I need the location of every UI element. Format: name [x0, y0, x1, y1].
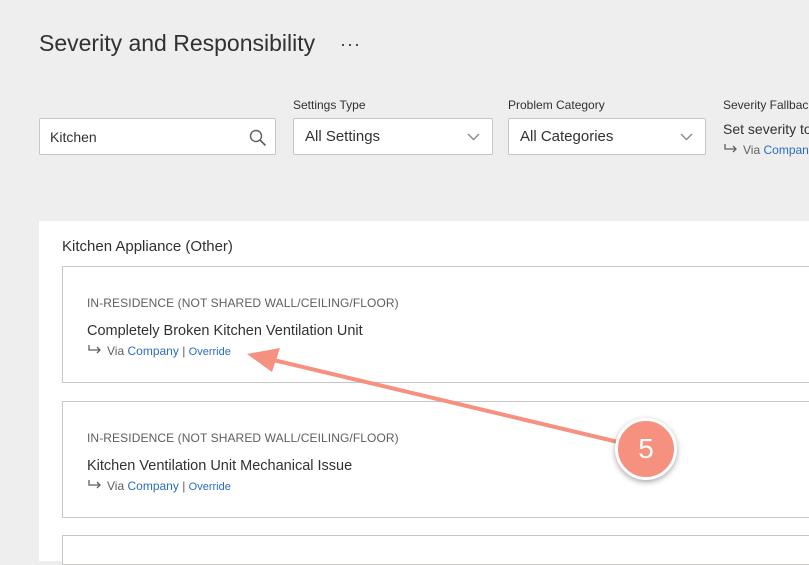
- annotation-badge: 5: [615, 418, 677, 480]
- annotation-arrow: [247, 348, 620, 444]
